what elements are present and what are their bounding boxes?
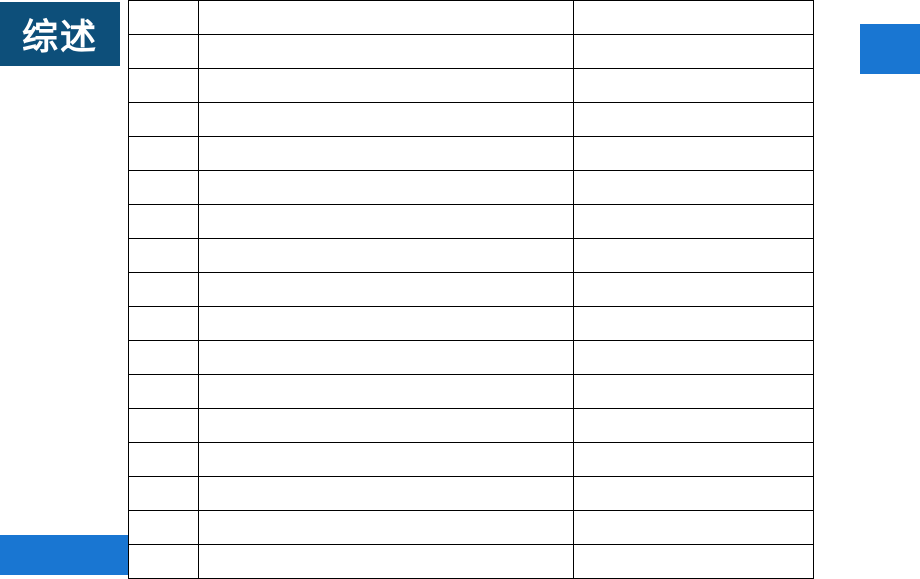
table-row xyxy=(129,171,814,205)
table-cell xyxy=(199,375,574,409)
table-cell xyxy=(129,137,199,171)
table-cell xyxy=(199,239,574,273)
table-cell xyxy=(129,545,199,579)
table-cell xyxy=(199,103,574,137)
table-cell xyxy=(129,375,199,409)
table-cell xyxy=(574,103,814,137)
table-cell xyxy=(199,69,574,103)
table-cell xyxy=(129,341,199,375)
table-cell xyxy=(574,239,814,273)
table-cell xyxy=(199,205,574,239)
table-cell xyxy=(574,307,814,341)
table-row xyxy=(129,35,814,69)
table-cell xyxy=(129,35,199,69)
table-cell xyxy=(574,273,814,307)
table-cell xyxy=(129,171,199,205)
table-row xyxy=(129,375,814,409)
table-cell xyxy=(199,273,574,307)
table-cell xyxy=(129,239,199,273)
table-cell xyxy=(574,409,814,443)
table-cell xyxy=(199,307,574,341)
table-cell xyxy=(574,69,814,103)
table-cell xyxy=(199,1,574,35)
table-cell xyxy=(574,511,814,545)
data-table xyxy=(128,0,814,579)
table-row xyxy=(129,409,814,443)
table-cell xyxy=(129,307,199,341)
table-cell xyxy=(574,375,814,409)
accent-decoration-bottom-left xyxy=(0,535,128,575)
table-cell xyxy=(574,171,814,205)
table-row xyxy=(129,69,814,103)
table-row xyxy=(129,137,814,171)
table-cell xyxy=(129,443,199,477)
table-row xyxy=(129,443,814,477)
table-row xyxy=(129,1,814,35)
table-cell xyxy=(129,103,199,137)
table-cell xyxy=(574,35,814,69)
table-cell xyxy=(199,443,574,477)
table-row xyxy=(129,477,814,511)
table-cell xyxy=(199,409,574,443)
table-cell xyxy=(199,137,574,171)
table-row xyxy=(129,239,814,273)
table-cell xyxy=(574,137,814,171)
table-cell xyxy=(129,69,199,103)
data-table-container xyxy=(128,0,813,575)
table-cell xyxy=(129,477,199,511)
table-cell xyxy=(574,545,814,579)
table-row xyxy=(129,341,814,375)
table-row xyxy=(129,545,814,579)
table-cell xyxy=(574,1,814,35)
table-cell xyxy=(129,205,199,239)
table-row xyxy=(129,307,814,341)
table-cell xyxy=(129,409,199,443)
table-cell xyxy=(199,477,574,511)
table-cell xyxy=(129,511,199,545)
table-row xyxy=(129,103,814,137)
title-banner: 综述 xyxy=(0,2,120,66)
table-cell xyxy=(574,443,814,477)
table-cell xyxy=(129,273,199,307)
table-cell xyxy=(199,171,574,205)
table-cell xyxy=(574,205,814,239)
accent-decoration-top-right xyxy=(860,24,920,74)
table-cell xyxy=(199,35,574,69)
table-cell xyxy=(199,511,574,545)
table-cell xyxy=(574,477,814,511)
page-title: 综述 xyxy=(22,8,98,60)
table-row xyxy=(129,273,814,307)
table-cell xyxy=(129,1,199,35)
table-cell xyxy=(199,545,574,579)
table-row xyxy=(129,511,814,545)
table-cell xyxy=(574,341,814,375)
table-row xyxy=(129,205,814,239)
table-cell xyxy=(199,341,574,375)
